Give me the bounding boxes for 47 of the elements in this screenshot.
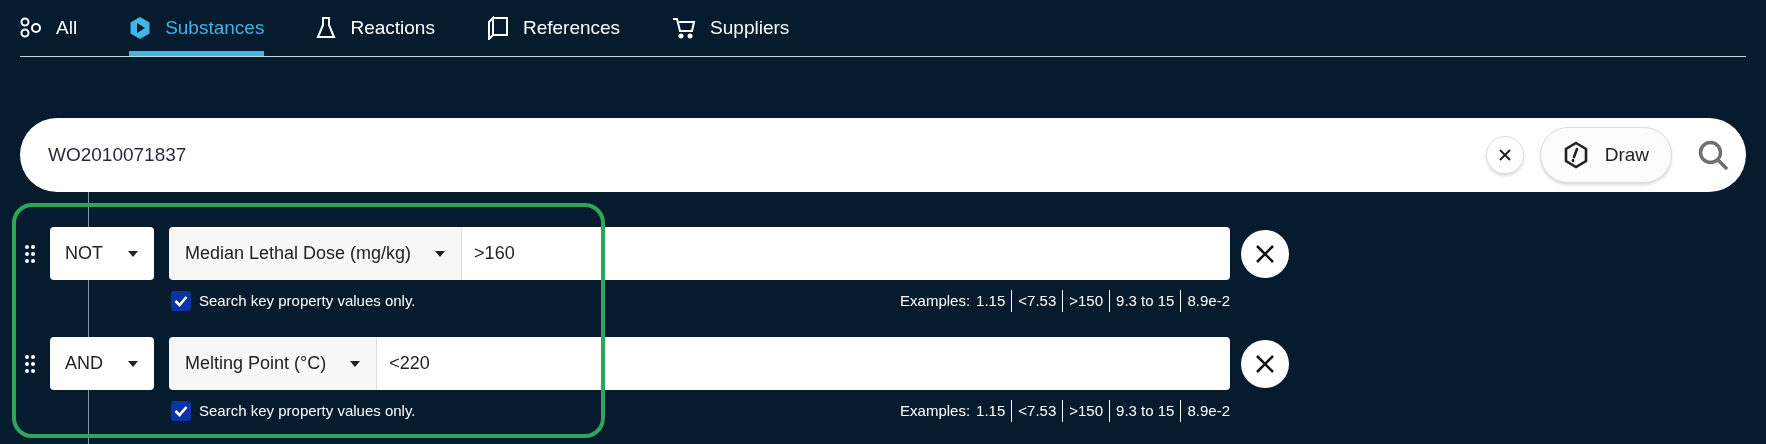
value-field[interactable]: <220 xyxy=(377,337,1230,390)
checkbox[interactable] xyxy=(171,291,191,311)
operator-dropdown[interactable]: NOT xyxy=(50,227,154,280)
flask-icon xyxy=(316,16,337,40)
caret-icon xyxy=(128,250,138,257)
close-icon xyxy=(1255,243,1275,264)
example-value: <7.53 xyxy=(1011,399,1063,423)
property-dropdown[interactable]: Melting Point (°C) xyxy=(169,337,378,390)
example-value: 1.15 xyxy=(976,290,1007,311)
example-value: 8.9e-2 xyxy=(1180,289,1230,313)
remove-button[interactable] xyxy=(1241,339,1289,388)
remove-button[interactable] xyxy=(1241,229,1289,278)
example-value: 8.9e-2 xyxy=(1180,399,1230,423)
tab[interactable]: Suppliers xyxy=(672,0,790,56)
search-field[interactable]: WO2010071837 xyxy=(48,140,1486,170)
example-value: >150 xyxy=(1062,289,1110,313)
example-value: 9.3 to 15 xyxy=(1109,399,1181,423)
hexagon-play-icon xyxy=(129,16,152,40)
example-value: >150 xyxy=(1062,399,1110,423)
tab[interactable]: References xyxy=(486,0,621,56)
search-icon[interactable] xyxy=(1698,140,1728,170)
hexagon-pencil-icon xyxy=(1562,141,1589,169)
example-value: 1.15 xyxy=(976,400,1007,421)
caret-icon xyxy=(350,360,361,367)
examples-label: Examples: xyxy=(900,400,971,421)
draw-button[interactable]: Draw xyxy=(1539,127,1672,183)
caret-icon xyxy=(435,250,446,257)
example-value: <7.53 xyxy=(1011,289,1063,313)
example-value: 9.3 to 15 xyxy=(1109,289,1181,313)
tab[interactable]: Reactions xyxy=(316,0,435,56)
drag-handle-icon[interactable] xyxy=(24,353,36,374)
book-icon xyxy=(486,16,509,40)
checkbox-label: Search key property values only. xyxy=(199,290,416,311)
checkbox[interactable] xyxy=(171,401,191,421)
cart-icon xyxy=(672,16,697,40)
caret-icon xyxy=(128,360,138,367)
tab[interactable]: All xyxy=(20,0,78,56)
operator-dropdown[interactable]: AND xyxy=(50,337,154,390)
property-dropdown[interactable]: Median Lethal Dose (mg/kg) xyxy=(169,227,463,280)
close-icon xyxy=(1255,353,1275,374)
close-icon xyxy=(1497,148,1512,162)
examples-label: Examples: xyxy=(900,290,971,311)
value-field[interactable]: >160 xyxy=(462,227,1230,280)
search-bar[interactable]: WO2010071837 Draw xyxy=(20,118,1746,192)
circles-icon xyxy=(20,17,42,39)
checkbox-label: Search key property values only. xyxy=(199,400,416,421)
drag-handle-icon[interactable] xyxy=(24,243,36,264)
